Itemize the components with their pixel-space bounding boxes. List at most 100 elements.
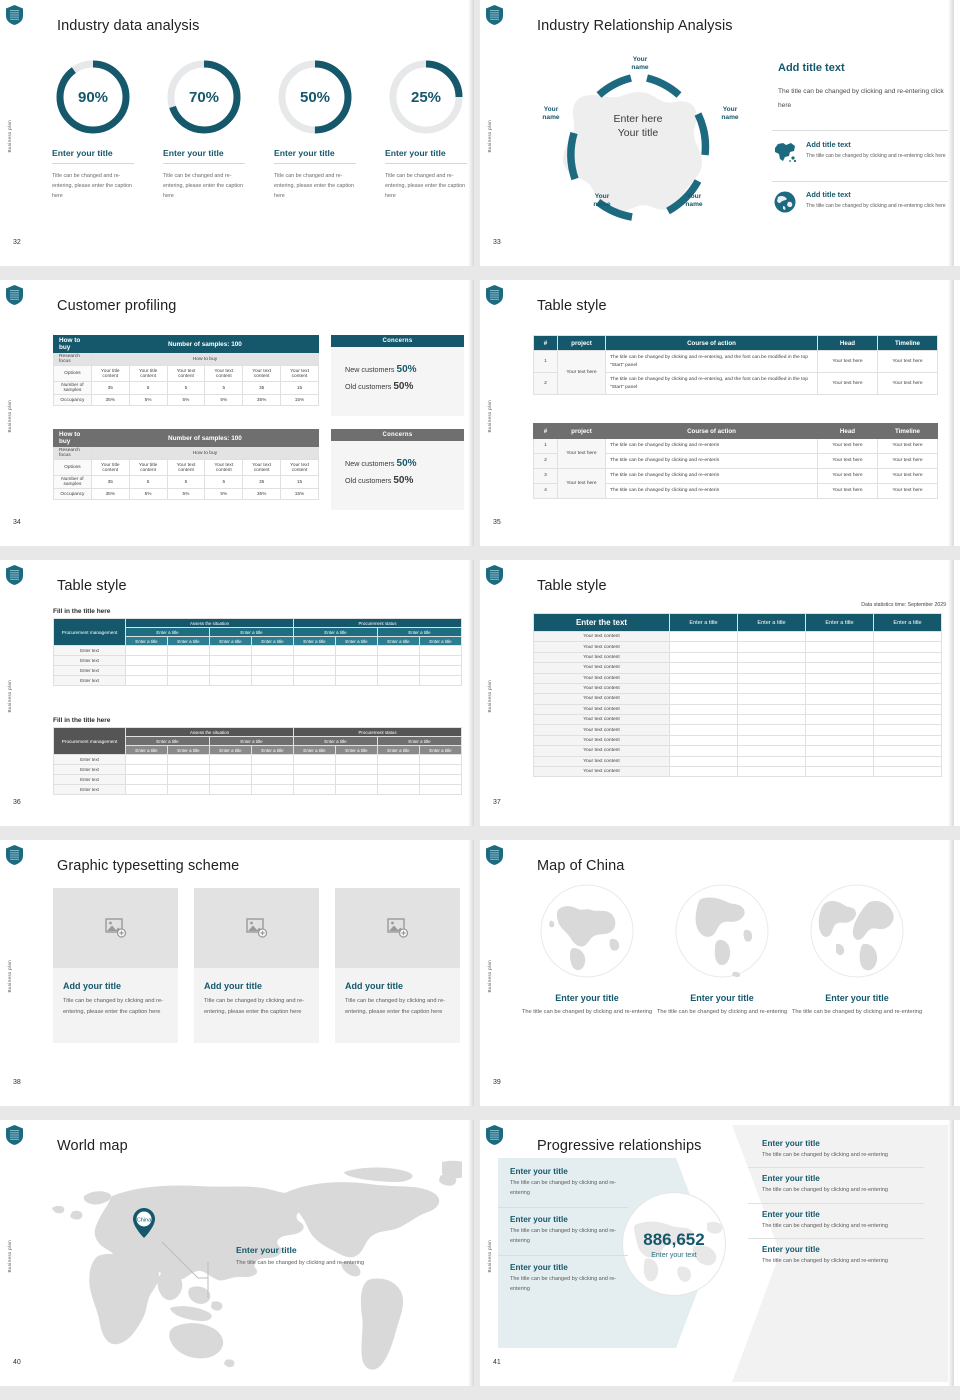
- cycle-center-line1: Enter here: [613, 113, 662, 125]
- cell: [670, 663, 738, 673]
- action-table-1[interactable]: # project Course of action Head Timeline…: [533, 335, 938, 395]
- graphic-card[interactable]: Add your title Title can be changed by c…: [53, 888, 178, 1043]
- map-pin-icon[interactable]: China: [133, 1208, 155, 1238]
- edge-shade: [948, 840, 954, 1106]
- list-item[interactable]: Enter your title The title can be change…: [748, 1168, 924, 1203]
- globe-body: The title can be changed by clicking and…: [790, 1007, 924, 1018]
- page-number: 32: [13, 239, 21, 246]
- subgroup-header: Enter a title: [210, 737, 294, 746]
- cell: [738, 663, 806, 673]
- slide-thumbnail-40[interactable]: Business plan World map: [0, 1120, 480, 1400]
- column-header: Enter a title: [336, 637, 378, 646]
- image-placeholder[interactable]: [53, 888, 178, 968]
- slide-thumbnail-33[interactable]: Business plan Industry Relationship Anal…: [480, 0, 960, 280]
- list-item[interactable]: Enter your title The title can be change…: [498, 1208, 628, 1256]
- item-title: Enter your title: [762, 1174, 924, 1183]
- table-header-right: Number of samples: 100: [91, 430, 318, 447]
- column-header: Enter a title: [738, 614, 806, 632]
- row-label: Your text content: [534, 715, 670, 725]
- donut-item[interactable]: 25% Enter your title Title can be change…: [385, 56, 467, 201]
- cell: [378, 785, 420, 795]
- cell: [168, 775, 210, 785]
- slide-thumbnail-35[interactable]: Business plan Table style # project Cour…: [480, 280, 960, 560]
- page-number: 38: [13, 1079, 21, 1086]
- donut-title: Enter your title: [52, 148, 134, 158]
- cell-timeline: Your text here: [878, 351, 938, 373]
- customer-table-1[interactable]: How to buy Number of samples: 100 Resear…: [53, 335, 319, 406]
- slide-thumbnail-32[interactable]: Business plan Industry data analysis 90%…: [0, 0, 480, 280]
- shield-logo-icon: [6, 5, 23, 25]
- procurement-table-1[interactable]: Procurement management Assess the situat…: [53, 618, 462, 686]
- list-item[interactable]: Enter your title The title can be change…: [498, 1256, 628, 1303]
- cell: [168, 676, 210, 686]
- gutter: [0, 546, 480, 560]
- text-content-table[interactable]: Enter the text Enter a title Enter a tit…: [533, 613, 942, 777]
- image-placeholder[interactable]: [194, 888, 319, 968]
- gutter: [480, 826, 960, 840]
- cell: [670, 683, 738, 693]
- procurement-table-2[interactable]: Procurement management Assess the situat…: [53, 727, 462, 795]
- list-item[interactable]: Enter your title The title can be change…: [748, 1133, 924, 1168]
- donut-caption: Title can be changed and re-entering, pl…: [274, 171, 356, 201]
- cell: [806, 756, 874, 766]
- cell: [874, 715, 942, 725]
- graphic-card[interactable]: Add your title Title can be changed by c…: [335, 888, 460, 1043]
- shield-logo-icon: [6, 845, 23, 865]
- cell-index: 1: [534, 351, 558, 373]
- cell: [806, 632, 874, 642]
- cell: 15%: [281, 489, 319, 500]
- table-header-left: How to buy: [54, 336, 92, 353]
- page-title: Industry Relationship Analysis: [537, 18, 733, 34]
- divider: [274, 163, 356, 164]
- row-label: Your text content: [534, 746, 670, 756]
- globe-title: Enter your title: [790, 993, 924, 1003]
- page-title: Industry data analysis: [57, 18, 199, 34]
- feature-item[interactable]: Add title text The title can be changed …: [772, 190, 952, 214]
- action-table-2[interactable]: # project Course of action Head Timeline…: [533, 423, 938, 499]
- list-item[interactable]: Enter your title The title can be change…: [748, 1204, 924, 1239]
- map-callout[interactable]: Enter your title The title can be change…: [236, 1245, 376, 1269]
- feature-item[interactable]: Add title text The title can be changed …: [772, 140, 952, 164]
- subgroup-header: Enter a title: [378, 737, 462, 746]
- table-row: Enter text: [54, 676, 462, 686]
- slide-thumbnail-38[interactable]: Business plan Graphic typesetting scheme…: [0, 840, 480, 1120]
- row-label: Enter text: [54, 785, 126, 795]
- cycle-node-label-bottom-right: Yourname: [674, 193, 714, 209]
- image-placeholder[interactable]: [335, 888, 460, 968]
- concerns-label: New customers: [345, 459, 395, 468]
- cell-action: The title can be changed by clicking and…: [606, 469, 818, 484]
- column-header: project: [558, 424, 606, 439]
- cell: Your text content: [243, 460, 281, 476]
- concerns-box-2[interactable]: Concerns New customers 50% Old customers…: [331, 429, 464, 510]
- slide-thumbnail-36[interactable]: Business plan Table style Fill in the ti…: [0, 560, 480, 840]
- globe-item[interactable]: Enter your title The title can be change…: [655, 882, 789, 1018]
- list-item[interactable]: Enter your title The title can be change…: [748, 1239, 924, 1273]
- slide-thumbnail-39[interactable]: Business plan Map of China Enter your ti…: [480, 840, 960, 1120]
- cell: [806, 642, 874, 652]
- cell: [806, 663, 874, 673]
- list-item[interactable]: Enter your title The title can be change…: [498, 1160, 628, 1208]
- table-caption-1: Fill in the title here: [53, 608, 110, 615]
- cell: 5: [167, 382, 205, 395]
- cell: [670, 694, 738, 704]
- globe-item[interactable]: Enter your title The title can be change…: [790, 882, 924, 1018]
- slide-thumbnail-37[interactable]: Business plan Table style Data statistic…: [480, 560, 960, 840]
- concerns-value: 50%: [393, 381, 413, 392]
- concerns-box-1[interactable]: Concerns New customers 50% Old customers…: [331, 335, 464, 416]
- cell: [252, 785, 294, 795]
- row-label: Your text content: [534, 683, 670, 693]
- donut-item[interactable]: 70% Enter your title Title can be change…: [163, 56, 245, 201]
- globe-item[interactable]: Enter your title The title can be change…: [520, 882, 654, 1018]
- customer-table-2[interactable]: How to buy Number of samples: 100 Resear…: [53, 429, 319, 500]
- column-header: Enter a title: [126, 637, 168, 646]
- cell: [252, 775, 294, 785]
- slide-thumbnail-41[interactable]: Business plan Progressive relationships …: [480, 1120, 960, 1400]
- slide-thumbnail-34[interactable]: Business plan Customer profiling How to …: [0, 280, 480, 560]
- donut-item[interactable]: 90% Enter your title Title can be change…: [52, 56, 134, 201]
- cell-timeline: Your text here: [878, 373, 938, 395]
- row-label: Enter text: [54, 676, 126, 686]
- column-header: #: [534, 336, 558, 351]
- donut-item[interactable]: 50% Enter your title Title can be change…: [274, 56, 356, 201]
- item-title: Enter your title: [510, 1263, 628, 1272]
- graphic-card[interactable]: Add your title Title can be changed by c…: [194, 888, 319, 1043]
